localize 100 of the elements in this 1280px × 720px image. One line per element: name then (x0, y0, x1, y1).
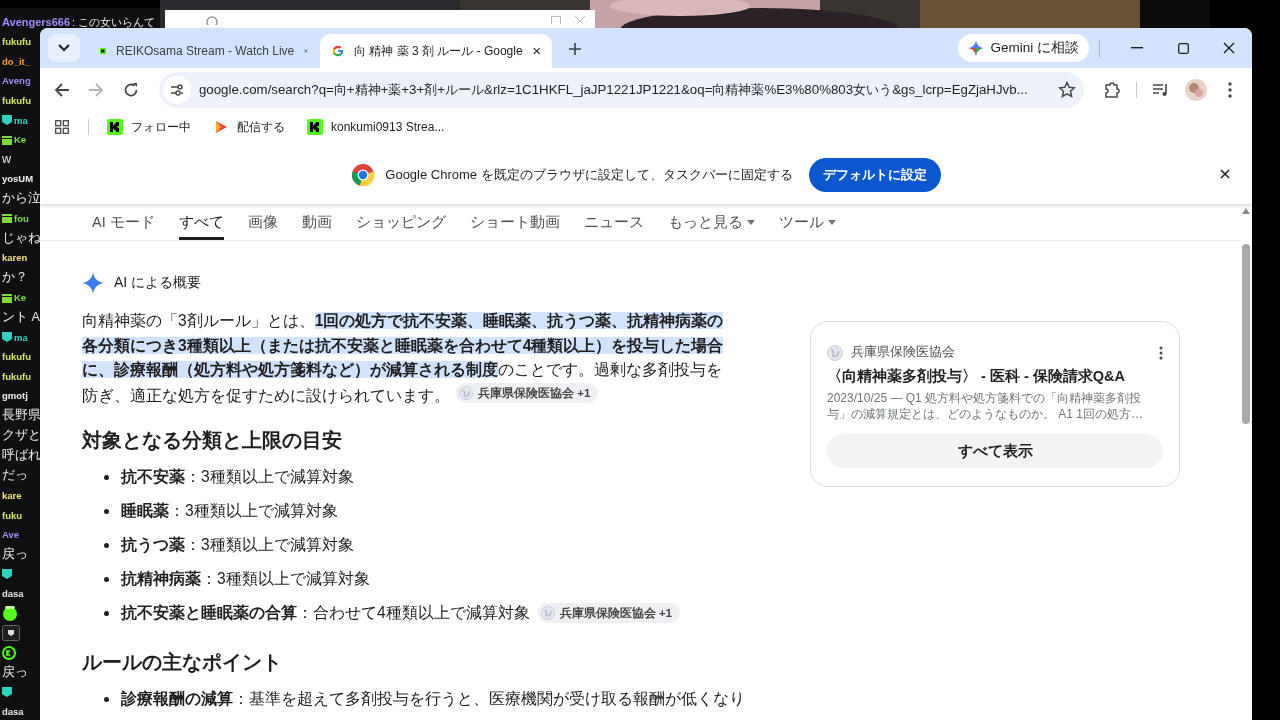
gemini-button[interactable]: Gemini に相談 (958, 34, 1089, 62)
chat-username: ma (14, 331, 28, 343)
chat-username: do_it_ (2, 55, 30, 67)
close-icon (575, 16, 585, 24)
chat-username: dasa (2, 588, 24, 600)
close-icon[interactable] (532, 46, 540, 56)
search-tab[interactable]: もっと見る (667, 204, 755, 240)
kebab-menu-icon (1227, 82, 1232, 98)
chat-message: だっ (2, 467, 28, 485)
maximize-icon (551, 16, 561, 24)
bookmark[interactable]: 配信する (205, 114, 293, 140)
scroll-thumb[interactable] (1242, 244, 1250, 424)
kick-favicon-icon (107, 119, 123, 135)
star-icon[interactable] (1057, 81, 1076, 99)
chrome-logo-icon (351, 163, 376, 187)
bullet-icon (104, 542, 109, 548)
bullet-icon (104, 508, 109, 514)
browser-tab[interactable]: REIKOsama Stream - Watch Live (88, 34, 320, 68)
search-tab[interactable]: 画像 (247, 204, 278, 240)
set-default-button[interactable]: デフォルトに設定 (808, 158, 941, 192)
bookmark[interactable]: フォロー中 (99, 114, 199, 140)
section-heading: 対象となる分類と上限の目安 (82, 428, 343, 454)
chat-username: Avengers666 (2, 16, 71, 29)
search-tab[interactable]: ツール (778, 204, 836, 240)
chat-message: w (2, 152, 12, 167)
search-tab[interactable]: 動画 (301, 204, 332, 240)
list-item-text: 抗精神病薬：3種類以上で減算対象 (121, 568, 370, 589)
search-icon (205, 15, 219, 25)
chat-message: 呼ばれ (2, 447, 41, 465)
bullet-icon (104, 474, 109, 480)
chat-message: 戻っ (2, 546, 28, 564)
search-tab[interactable]: ショート動画 (469, 204, 560, 240)
sparkle-icon (82, 272, 104, 294)
reload-icon (122, 82, 139, 98)
chat-username: fukufu (2, 351, 32, 363)
kebab-menu-icon[interactable] (1159, 345, 1163, 360)
list-item-text: 抗不安薬：3種類以上で減算対象 (121, 466, 354, 487)
play-icon (213, 119, 229, 135)
overview-paragraph: 向精神薬の「3剤ルール」とは、1回の処方で抗不安薬、睡眠薬、抗うつ薬、抗精神病薬の各分類につき3種類以上（または抗不安薬と睡眠薬を合わせて4種類以上）を投与した場合に、診療報酬（処方料や処方箋料など）が減算される制度のことです。過剰な多剤投与を防ぎ、適正な処方を促すために設けられています。 兵庫県保険医協会 +1 (82, 311, 725, 406)
close-icon (1220, 169, 1230, 179)
subscriber-badge-icon (2, 569, 12, 580)
chat-username: fukufu (2, 370, 32, 382)
source-card[interactable]: 兵庫県保険医協会 〈向精神薬多剤投与〉 - 医科 - 保険請求Q&A 2023/10/25 — Q1 処方料や処方箋料での「向精神薬多剤投与」の減算規定とは、どのようなものか。 A1 1回の処方… すべて表示 (810, 321, 1180, 487)
bullet-icon (104, 610, 109, 616)
kick-icon (2, 645, 16, 660)
chat-message: : この女いらんて (72, 14, 156, 30)
browser-tab[interactable]: 向 精神 薬 3 剤 ルール - Google (320, 34, 552, 68)
search-tab[interactable]: AI モード (92, 204, 155, 240)
tab-search-button[interactable] (48, 34, 80, 62)
chat-username: fukufu (2, 94, 32, 106)
list-item-text: 抗不安薬と睡眠薬の合算：合わせて4種類以上で減算対象 (121, 602, 530, 623)
kick-favicon-icon (307, 119, 323, 135)
chat-message: じゃね (2, 229, 41, 247)
chat-message: か？ (2, 269, 28, 287)
back-arrow-icon (54, 82, 71, 98)
section-heading: ルールの主なポイント (82, 650, 283, 676)
chat-username: ma (14, 114, 28, 126)
source-chip[interactable]: 兵庫県保険医協会 +1 (456, 382, 599, 403)
chat-username: fou (14, 212, 29, 224)
bullet-icon (104, 696, 109, 702)
address-bar[interactable]: google.com/search?q=向+精神+薬+3+剤+ルール&rlz=1C1HKFL_jaJP1221JP1221&oq=向精神薬%E3%80%803女いう&gs_lcrp=EgZjaHJvb... (158, 72, 1084, 108)
globe-icon (459, 385, 473, 400)
chat-message: 長野県 (2, 407, 41, 425)
maximize-icon (1177, 42, 1189, 54)
chat-message: ント A (2, 308, 40, 326)
subscriber-badge-icon (2, 115, 12, 125)
infobar-message: Google Chrome を既定のブラウザに設定して、タスクバーに固定する (385, 166, 793, 184)
scroll-up-icon[interactable] (1242, 208, 1250, 214)
minimize-icon (1131, 47, 1143, 49)
close-icon (1223, 42, 1235, 54)
google-favicon-icon (332, 43, 344, 59)
chat-username: Ke (14, 134, 27, 146)
tune-icon (169, 84, 184, 96)
chat-username: Aveng (2, 75, 31, 87)
search-tab[interactable]: ニュース (583, 204, 644, 240)
globe-icon (827, 344, 843, 361)
chevron-down-icon (58, 44, 70, 52)
source-chip[interactable]: 兵庫県保険医協会 +1 (537, 603, 680, 624)
forward-arrow-icon (88, 82, 105, 98)
search-tab[interactable]: すべて (178, 204, 224, 240)
result-title[interactable]: 〈向精神薬多剤投与〉 - 医科 - 保険請求Q&A (827, 367, 1163, 386)
chat-username: karen (2, 252, 28, 264)
chat-message: 戻っ (2, 664, 28, 681)
result-snippet: 2023/10/25 — Q1 処方料や処方箋料での「向精神薬多剤投与」の減算規定とは、どのようなものか。 A1 1回の処方… (827, 390, 1145, 422)
plus-icon (568, 41, 582, 56)
subscriber-badge-icon (2, 687, 12, 698)
list-item-text: 診療報酬の減算：基準を超えて多剤投与を行うと、医療機関が受け取る報酬が低くなり (121, 688, 745, 709)
avatar-icon (1184, 79, 1207, 101)
chat-username: fuku (2, 509, 23, 521)
chat-username: Ke (14, 292, 27, 304)
apps-grid-icon (55, 120, 69, 134)
bookmark[interactable]: konkumi0913 Strea... (299, 115, 453, 139)
show-all-button[interactable]: すべて表示 (827, 434, 1163, 468)
site-info-button[interactable] (162, 76, 191, 104)
search-tab[interactable]: ショッピング (355, 204, 446, 240)
subscriber-badge-icon (2, 332, 12, 343)
chat-username: yosUM (2, 173, 34, 185)
chat-username: dasa (2, 706, 24, 718)
chat-username: kare (2, 490, 22, 502)
chat-username: gmotj (2, 390, 28, 402)
